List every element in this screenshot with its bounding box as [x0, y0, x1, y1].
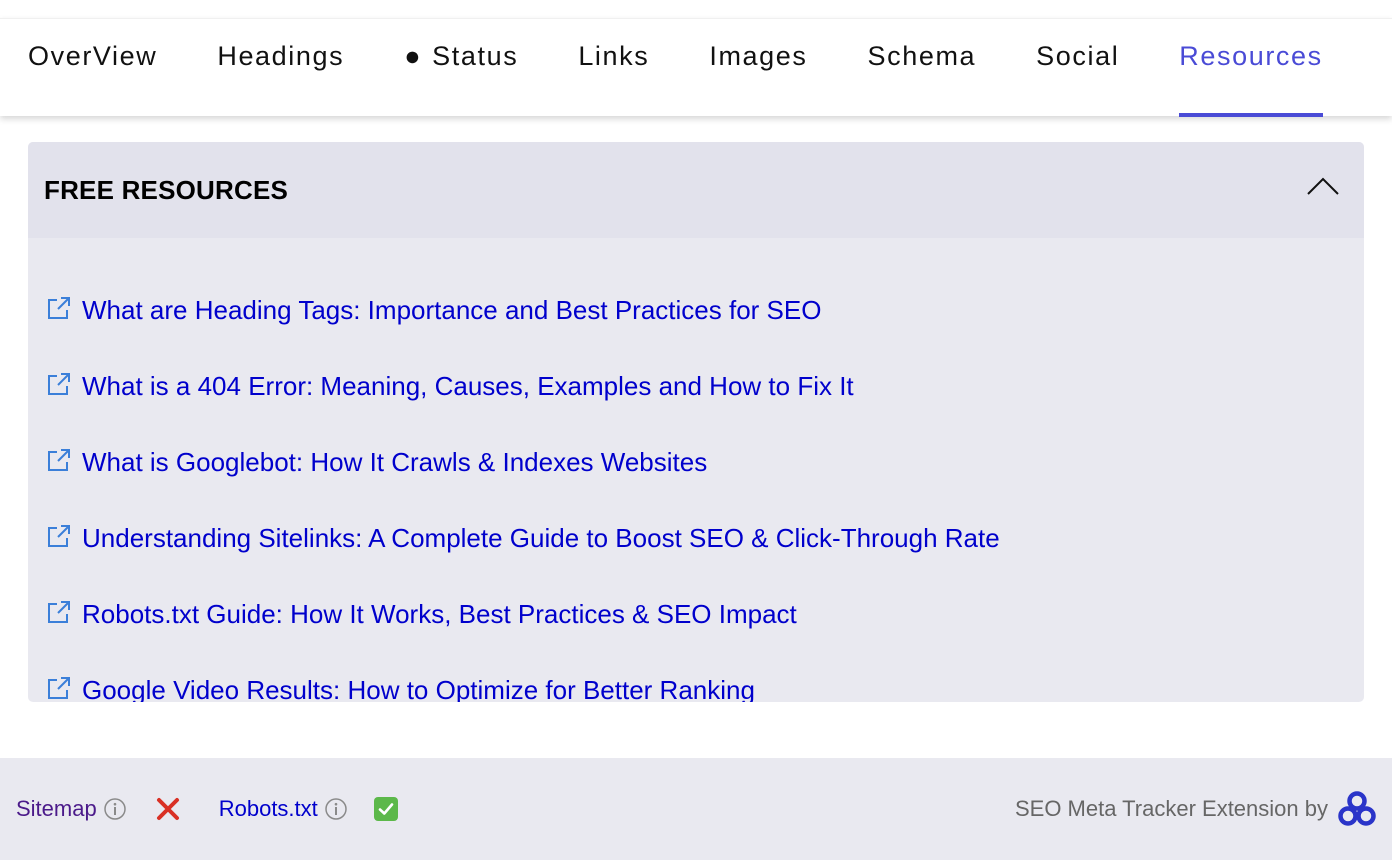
external-link-icon — [48, 297, 70, 319]
list-item: Understanding Sitelinks: A Complete Guid… — [46, 500, 1364, 576]
external-link-icon — [48, 449, 70, 471]
info-icon[interactable] — [103, 797, 127, 821]
free-resources-panel: FREE RESOURCES What are Heading Tags: Im… — [28, 142, 1364, 702]
resource-link[interactable]: Robots.txt Guide: How It Works, Best Pra… — [82, 599, 797, 630]
resource-link[interactable]: What is Googlebot: How It Crawls & Index… — [82, 447, 707, 478]
tab-images[interactable]: Images — [709, 19, 807, 93]
cross-mark-icon — [156, 798, 179, 820]
tab-label: Resources — [1179, 40, 1323, 71]
resource-link[interactable]: Google Video Results: How to Optimize fo… — [82, 675, 755, 703]
list-item: What is a 404 Error: Meaning, Causes, Ex… — [46, 348, 1364, 424]
tab-links[interactable]: Links — [578, 19, 649, 93]
external-link-icon — [48, 525, 70, 547]
tab-label: Links — [578, 40, 650, 71]
footer-bar: Sitemap Robots.txt SEO Meta Tracker Exte… — [0, 758, 1392, 860]
status-dot-icon: ● — [404, 40, 423, 71]
tab-schema[interactable]: Schema — [868, 19, 977, 93]
tab-social[interactable]: Social — [1036, 19, 1119, 93]
check-mark-icon — [373, 797, 398, 821]
chevron-up-icon[interactable] — [1306, 175, 1340, 197]
resource-link[interactable]: What is a 404 Error: Meaning, Causes, Ex… — [82, 371, 854, 402]
external-link-icon — [48, 373, 70, 395]
list-item: What is Googlebot: How It Crawls & Index… — [46, 424, 1364, 500]
brand-logo-icon[interactable] — [1338, 791, 1376, 827]
external-link-icon — [48, 601, 70, 623]
list-item: Robots.txt Guide: How It Works, Best Pra… — [46, 576, 1364, 652]
tab-label: Headings — [217, 40, 345, 71]
tab-headings[interactable]: Headings — [217, 19, 344, 93]
extension-popup: OverView Headings ● Status Links Images … — [0, 0, 1392, 860]
panel-header[interactable]: FREE RESOURCES — [28, 142, 1364, 238]
credit-text: SEO Meta Tracker Extension by — [1014, 796, 1328, 821]
external-link-icon — [48, 677, 70, 699]
tab-overview[interactable]: OverView — [28, 19, 157, 93]
info-icon[interactable] — [324, 797, 348, 821]
tab-resources[interactable]: Resources — [1179, 19, 1324, 117]
tab-status[interactable]: ● Status — [404, 19, 518, 93]
robots-txt-link[interactable]: Robots.txt — [219, 796, 318, 822]
list-item: What are Heading Tags: Importance and Be… — [46, 272, 1364, 348]
sitemap-link[interactable]: Sitemap — [16, 796, 97, 822]
tab-bar: OverView Headings ● Status Links Images … — [0, 18, 1392, 117]
tab-label: Social — [1036, 40, 1120, 71]
resource-link[interactable]: What are Heading Tags: Importance and Be… — [82, 295, 821, 326]
list-item: Google Video Results: How to Optimize fo… — [46, 652, 1364, 702]
tab-label: Status — [432, 40, 519, 71]
tab-label: OverView — [28, 40, 158, 71]
tab-label: Schema — [867, 40, 977, 71]
resource-link[interactable]: Understanding Sitelinks: A Complete Guid… — [82, 523, 1000, 554]
panel-title: FREE RESOURCES — [44, 174, 289, 205]
tab-label: Images — [709, 40, 808, 71]
resource-list: What are Heading Tags: Importance and Be… — [28, 238, 1364, 702]
